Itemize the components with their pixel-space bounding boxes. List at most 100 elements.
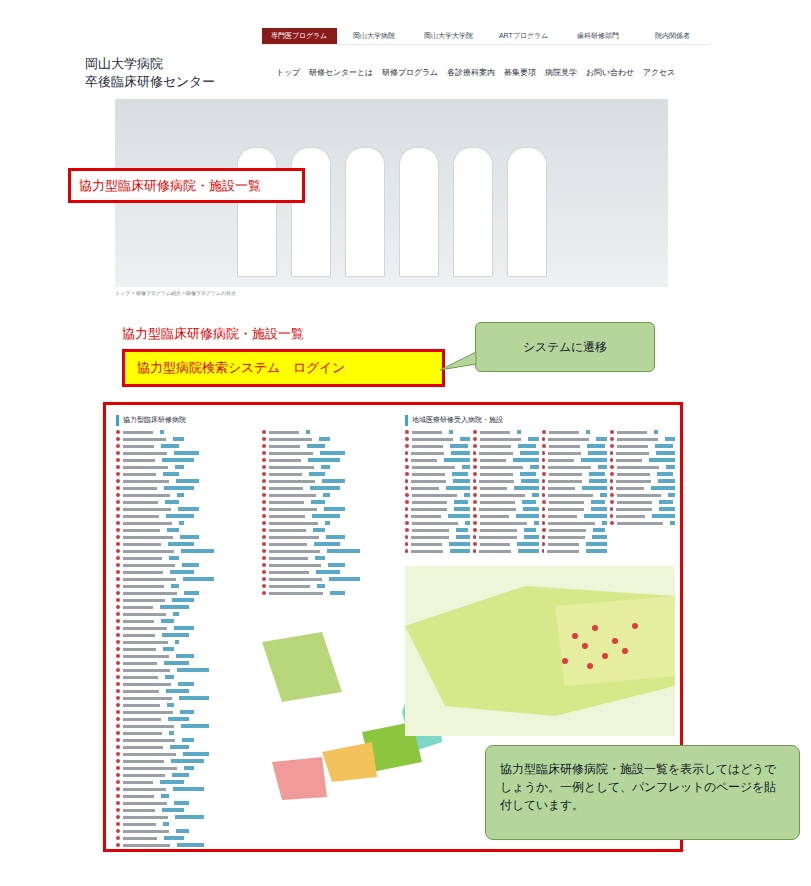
list-row [610, 493, 675, 498]
list-row [262, 507, 397, 512]
list-row [542, 465, 607, 470]
top-bar-button[interactable]: 岡山大学病院 [337, 28, 412, 44]
list-row [262, 472, 397, 477]
top-bar-button[interactable]: ARTプログラム [486, 28, 561, 44]
list-row [262, 577, 397, 582]
list-row [116, 773, 256, 778]
list-row [473, 549, 538, 554]
top-bar-button[interactable]: 歯科研修部門 [561, 28, 636, 44]
right-list [473, 430, 538, 554]
page-heading: 協力型臨床研修病院・施設一覧 [122, 324, 811, 344]
list-row [262, 591, 397, 596]
list-row [262, 437, 397, 442]
list-row [405, 465, 470, 470]
region-map [405, 566, 675, 736]
list-row [116, 787, 256, 792]
list-row [542, 437, 607, 442]
list-row [262, 444, 397, 449]
list-row [116, 486, 256, 491]
list-row [116, 451, 256, 456]
list-row [116, 605, 256, 610]
list-row [116, 836, 256, 841]
list-row [116, 654, 256, 659]
list-row [542, 472, 607, 477]
list-row [116, 738, 256, 743]
list-row [116, 689, 256, 694]
list-row [610, 465, 675, 470]
list-row [405, 451, 470, 456]
nav-link[interactable]: 各診療科案内 [447, 67, 495, 79]
callout-top: システムに遷移 [475, 322, 655, 372]
nav-link[interactable]: 病院見学 [545, 67, 577, 79]
list-row [116, 780, 256, 785]
list-row [405, 514, 470, 519]
right-list [542, 430, 607, 554]
list-row [610, 479, 675, 484]
list-row [405, 444, 470, 449]
right-list [405, 430, 470, 554]
top-bar-button[interactable]: 院内関係者 [635, 28, 710, 44]
list-row [116, 808, 256, 813]
list-row [116, 759, 256, 764]
nav-link[interactable]: 研修プログラム [382, 67, 438, 79]
breadcrumb: トップ > 研修プログラム紹介 > 研修プログラムの目次 [115, 290, 811, 298]
list-row [262, 430, 397, 435]
list-row [405, 486, 470, 491]
list-row [262, 549, 397, 554]
list-row [116, 619, 256, 624]
top-bar-button[interactable]: 岡山大学大学院 [411, 28, 486, 44]
nav-link[interactable]: お問い合わせ [586, 67, 634, 79]
list-row [542, 500, 607, 505]
login-button[interactable]: 協力型病院検索システム ログイン [122, 349, 445, 387]
list-row [116, 717, 256, 722]
list-row [116, 745, 256, 750]
list-row [610, 500, 675, 505]
header: 岡山大学病院卒後臨床研修センタートップ研修センターとは研修プログラム各診療科案内… [85, 55, 675, 91]
list-row [116, 794, 256, 799]
nav-link[interactable]: 研修センターとは [309, 67, 373, 79]
list-row [405, 521, 470, 526]
list-row [610, 444, 675, 449]
list-row [116, 682, 256, 687]
middle-list [262, 430, 397, 596]
list-row [405, 458, 470, 463]
list-row [542, 514, 607, 519]
nav-link[interactable]: トップ [276, 67, 300, 79]
list-row [610, 451, 675, 456]
list-row [116, 752, 256, 757]
japan-map [262, 612, 397, 802]
list-row [473, 493, 538, 498]
list-row [542, 535, 607, 540]
list-row [473, 479, 538, 484]
list-row [116, 507, 256, 512]
top-bar-button[interactable]: 専門医プログラム [262, 28, 337, 44]
list-row [116, 542, 256, 547]
list-row [116, 584, 256, 589]
list-row [610, 458, 675, 463]
list-row [473, 500, 538, 505]
nav-link[interactable]: 募集要項 [504, 67, 536, 79]
main-nav: トップ研修センターとは研修プログラム各診療科案内募集要項病院見学お問い合わせアク… [276, 67, 675, 79]
list-row [262, 584, 397, 589]
list-row [262, 500, 397, 505]
list-row [116, 612, 256, 617]
list-row [473, 507, 538, 512]
list-row [262, 563, 397, 568]
list-row [542, 479, 607, 484]
list-row [116, 731, 256, 736]
list-row [405, 500, 470, 505]
list-row [542, 507, 607, 512]
list-row [116, 444, 256, 449]
list-row [116, 815, 256, 820]
list-row [262, 479, 397, 484]
list-row [473, 486, 538, 491]
list-row [116, 633, 256, 638]
list-row [542, 451, 607, 456]
list-row [116, 514, 256, 519]
list-row [116, 822, 256, 827]
nav-link[interactable]: アクセス [643, 67, 675, 79]
list-row [116, 549, 256, 554]
callout-bottom: 協力型臨床研修病院・施設一覧を表示してはどうでしょうか。一例として、パンフレット… [485, 745, 800, 840]
list-row [405, 507, 470, 512]
list-row [116, 535, 256, 540]
